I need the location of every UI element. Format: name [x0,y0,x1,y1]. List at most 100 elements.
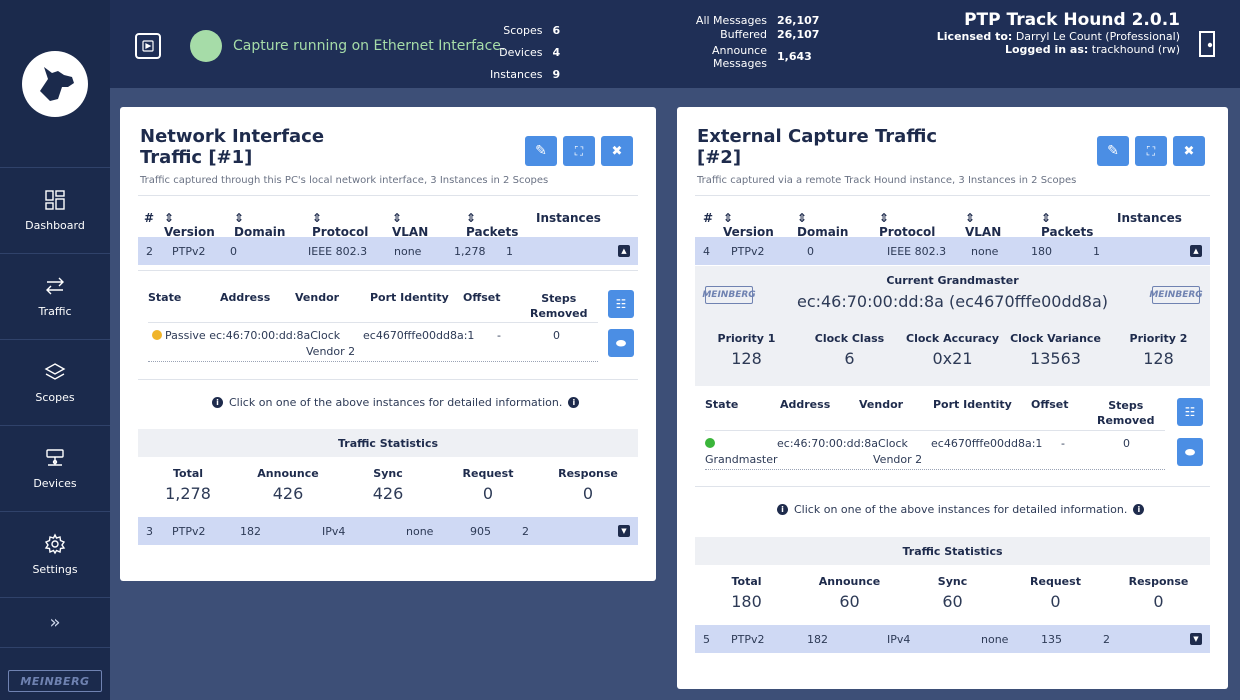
licensed-value: Darryl Le Count (Professional) [1015,30,1180,43]
instance-row[interactable]: Passive ec:46:70:00:dd:8aClock [152,329,340,342]
capture-control-button[interactable] [135,33,161,59]
grandmaster-title: Current Grandmaster [886,274,1019,287]
col-address: Address [780,398,831,411]
instances-value: 9 [552,68,561,81]
logout-icon[interactable] [1198,30,1216,58]
panel-title: External Capture Traffic [#2] [697,126,938,168]
meinberg-logo: MEINBERG [1149,286,1203,304]
capture-status-dot [190,30,222,62]
logged-label: Logged in as: [1004,43,1089,56]
licensed-label: Licensed to: [936,30,1013,43]
toggle-icon: ⬬ [1184,444,1196,459]
state-dot [705,438,715,448]
col-offset: Offset [1031,398,1069,411]
sort-packets[interactable]: ⇕ Packets [1041,211,1117,239]
state-dot [152,330,162,340]
app-info: PTP Track Hound 2.0.1 Licensed to: Darry… [936,10,1180,57]
col-steps-removed: Steps Removed [530,292,588,320]
collapse-icon[interactable]: ▲ [618,245,630,257]
toggle-button[interactable]: ⬬ [1177,438,1203,466]
info-note: i Click on one of the above instances for… [777,503,1145,516]
col-steps-removed: Steps Removed [1097,399,1155,427]
clock-quality: Priority 1 128 Clock Class 6 Clock Accurac… [695,326,1210,386]
app-title: PTP Track Hound 2.0.1 [964,10,1180,30]
panel-subtitle: Traffic captured via a remote Track Houn… [697,175,1077,186]
announce-value: 1,643 [777,50,812,63]
table-row[interactable]: 5 PTPv2 182 IPv4 none 135 2 ▼ [695,625,1210,653]
toggle-icon: ⬬ [615,335,627,350]
network-device-icon [46,449,64,466]
layers-icon [44,363,66,380]
scopes-label: Scopes [503,24,543,37]
toggle-button[interactable]: ⬬ [608,329,634,357]
devices-value: 4 [552,46,561,59]
grandmaster-box: Current Grandmaster ec:46:70:00:dd:8a (e… [695,266,1210,326]
app-logo[interactable] [0,0,110,168]
state-value: Grandmaster [705,453,778,466]
instances-label: Instances [490,68,543,81]
grandmaster-value: ec:46:70:00:dd:8a (ec4670fffe00dd8a) [796,292,1109,311]
port-identity: ec4670fffe00dd8a:1 [931,437,1043,450]
instance-row[interactable] [705,437,718,450]
col-port-identity: Port Identity [370,291,449,304]
sort-vlan[interactable]: ⇕ VLAN [392,211,466,239]
fullscreen-icon: ⛶ [574,143,584,158]
topology-button[interactable]: ☷ [608,290,634,318]
info-icon: i [568,397,580,408]
panel-subtitle: Traffic captured through this PC's local… [140,175,549,186]
fullscreen-button[interactable]: ⛶ [563,136,595,166]
close-button[interactable]: ✖ [601,136,633,166]
offset-value: - [1061,437,1065,450]
announce-label: Announce Messages [712,44,767,70]
topology-icon: ☷ [1184,405,1196,419]
traffic-stats: Total 1,278 Announce 426 Sync 426 Request 0 … [165,467,618,503]
buffered-value: 26,107 [777,28,820,41]
gear-icon [44,533,66,555]
pencil-icon: ✎ [535,143,547,159]
nav-dashboard-label: Dashboard [25,219,85,232]
capture-status-text: Capture running on Ethernet Interface. [233,38,506,54]
info-note: i Click on one of the above instances for… [212,396,580,409]
sidebar-expand-button[interactable]: » [0,598,110,648]
sort-domain[interactable]: ⇕ Domain [234,211,312,239]
fullscreen-button[interactable]: ⛶ [1135,136,1167,166]
col-state: State [705,398,739,411]
col-offset: Offset [463,291,501,304]
collapse-icon[interactable]: ▲ [1190,245,1202,257]
edit-button[interactable]: ✎ [1097,136,1129,166]
sort-version[interactable]: ⇕ Version [164,211,234,239]
expand-icon[interactable]: ▼ [618,525,630,537]
sort-version[interactable]: ⇕ Version [723,211,797,239]
external-capture-panel: External Capture Traffic [#2] Traffic cap… [677,107,1228,689]
nav-scopes[interactable]: Scopes [0,340,110,426]
scope-table-header: # ⇕ Version ⇕ Domain ⇕ Protocol ⇕ VLAN ⇕… [703,211,1182,239]
top-bar: Capture running on Ethernet Interface. S… [110,0,1240,88]
close-button[interactable]: ✖ [1173,136,1205,166]
port-identity: ec4670fffe00dd8a:1 [363,329,475,342]
nav-settings[interactable]: Settings [0,512,110,598]
col-vendor: Vendor [859,398,904,411]
col-address: Address [220,291,271,304]
expand-icon[interactable]: ▼ [1190,633,1202,645]
nav-dashboard[interactable]: Dashboard [0,168,110,254]
table-row[interactable]: 2 PTPv2 0 IEEE 802.3 none 1,278 1 ▲ [138,237,638,265]
sort-protocol[interactable]: ⇕ Protocol [879,211,965,239]
panel-actions: ✎ ⛶ ✖ [525,136,633,166]
info-icon: i [212,397,223,408]
table-row[interactable]: 4 PTPv2 0 IEEE 802.3 none 180 1 ▲ [695,237,1210,265]
nav-traffic-label: Traffic [38,305,72,318]
sort-protocol[interactable]: ⇕ Protocol [312,211,392,239]
message-counts: All Messages 26,107 Buffered 26,107 Announ… [695,14,820,70]
topology-button[interactable]: ☷ [1177,398,1203,426]
sort-domain[interactable]: ⇕ Domain [797,211,879,239]
nav-devices[interactable]: Devices [0,426,110,512]
meinberg-logo: MEINBERG [8,670,102,692]
edit-button[interactable]: ✎ [525,136,557,166]
nav-traffic[interactable]: Traffic [0,254,110,340]
sort-packets[interactable]: ⇕ Packets [466,211,536,239]
address-vendor: ec:46:70:00:dd:8aClock [777,437,908,450]
table-row[interactable]: 3 PTPv2 182 IPv4 none 905 2 ▼ [138,517,638,545]
sort-vlan[interactable]: ⇕ VLAN [965,211,1041,239]
info-icon: i [777,504,788,515]
scopes-value: 6 [552,24,561,37]
